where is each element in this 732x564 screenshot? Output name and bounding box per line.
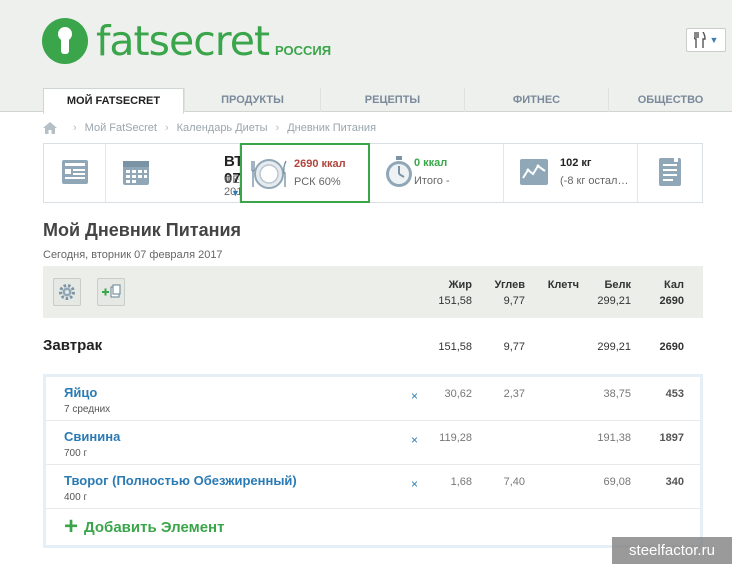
total-fat: 151,58: [438, 295, 472, 307]
item-cal: 340: [665, 476, 684, 488]
meal-carb: 9,77: [503, 341, 525, 353]
tab-products[interactable]: ПРОДУКТЫ: [184, 88, 320, 112]
chevron-down-icon: ▼: [709, 35, 719, 45]
summary-bar: ВТ 07 ФЕВ 2017 ▼ 2690 ккал РСК 60% 0 кка…: [43, 143, 703, 203]
item-cal: 453: [665, 388, 684, 400]
logo[interactable]: fatsecret РОССИЯ: [42, 18, 331, 64]
list-item: Свинина 700 г × 119,28 191,38 1897: [46, 421, 700, 465]
gear-icon: [59, 284, 75, 300]
watermark: steelfactor.ru: [612, 537, 732, 564]
diary-header-row: Жир Углев Клетч Белк Кал 151,58 9,77 299…: [43, 266, 703, 318]
logo-text: fatsecret: [96, 17, 270, 65]
breadcrumb-food-diary[interactable]: Дневник Питания: [287, 122, 376, 134]
col-cal: Кал: [664, 279, 684, 291]
keyhole-logo-icon: [42, 18, 88, 64]
fork-knife-icon: [693, 32, 706, 48]
journal-cell[interactable]: [638, 144, 702, 202]
home-icon[interactable]: [43, 122, 57, 134]
rsk-value: РСК 60%: [294, 176, 341, 188]
item-name-link[interactable]: Творог (Полностью Обезжиренный): [64, 473, 297, 488]
list-item: Творог (Полностью Обезжиренный) 400 г × …: [46, 465, 700, 509]
item-fat: 30,62: [444, 388, 472, 400]
remove-item-icon[interactable]: ×: [411, 433, 418, 447]
calories-cell[interactable]: 2690 ккал РСК 60%: [240, 143, 370, 203]
settings-button[interactable]: [53, 278, 81, 306]
total-carb: 9,77: [503, 295, 525, 307]
chevron-right-icon: ›: [164, 122, 169, 134]
item-fat: 1,68: [450, 476, 472, 488]
add-item-button[interactable]: + Добавить Элемент: [64, 513, 225, 540]
chevron-down-icon[interactable]: ▼: [231, 188, 240, 198]
item-cal: 1897: [659, 432, 684, 444]
meal-protein: 299,21: [597, 341, 631, 353]
weight-cell[interactable]: 102 кг (-8 кг остал…: [504, 144, 638, 202]
page-title: Мой Дневник Питания: [43, 220, 242, 240]
item-protein: 191,38: [597, 432, 631, 444]
weight-value: 102 кг: [560, 157, 592, 169]
remove-item-icon[interactable]: ×: [411, 477, 418, 491]
total-protein: 299,21: [597, 295, 631, 307]
news-icon: [62, 160, 88, 184]
breadcrumb-diet-calendar[interactable]: Календарь Диеты: [177, 122, 268, 134]
item-protein: 38,75: [603, 388, 631, 400]
site-header: fatsecret РОССИЯ ▼: [0, 0, 732, 88]
logo-region: РОССИЯ: [275, 43, 332, 58]
item-carb: 7,40: [503, 476, 525, 488]
meal-fat: 151,58: [438, 341, 472, 353]
item-name-link[interactable]: Яйцо: [64, 385, 97, 400]
item-protein: 69,08: [603, 476, 631, 488]
col-fat: Жир: [448, 279, 472, 291]
plus-icon: +: [64, 513, 79, 540]
chevron-right-icon: ›: [73, 122, 77, 134]
calories-value: 2690 ккал: [294, 158, 346, 170]
tab-recipes[interactable]: РЕЦЕПТЫ: [320, 88, 464, 112]
item-qty: 700 г: [64, 448, 88, 459]
tab-fitness[interactable]: ФИТНЕС: [464, 88, 608, 112]
date-cell[interactable]: ВТ 07 ФЕВ 2017 ▼: [106, 144, 248, 202]
meal-items: Яйцо 7 средних × 30,62 2,37 38,75 453 Св…: [43, 374, 703, 548]
list-item: Яйцо 7 средних × 30,62 2,37 38,75 453: [46, 377, 700, 421]
weight-chart-icon: [520, 159, 548, 185]
col-carb: Углев: [494, 279, 525, 291]
notebook-icon: [659, 158, 681, 186]
tab-community[interactable]: ОБЩЕСТВО: [608, 88, 732, 112]
tab-my-fatsecret[interactable]: МОЙ FATSECRET: [43, 88, 184, 114]
item-qty: 7 средних: [64, 404, 111, 415]
add-copy-icon: [102, 284, 121, 298]
meal-title: Завтрак: [43, 337, 103, 354]
chevron-right-icon: ›: [275, 122, 280, 134]
calendar-icon: [123, 161, 149, 185]
breadcrumb: › Мой FatSecret › Календарь Диеты › Днев…: [43, 122, 376, 134]
news-cell[interactable]: [44, 144, 106, 202]
item-qty: 400 г: [64, 492, 88, 503]
add-copy-button[interactable]: [97, 278, 125, 306]
breadcrumb-my-fatsecret[interactable]: Мой FatSecret: [85, 122, 157, 134]
remove-item-icon[interactable]: ×: [411, 389, 418, 403]
item-fat: 119,28: [439, 432, 472, 444]
exercise-total: Итого -: [414, 175, 450, 187]
weight-left: (-8 кг остал…: [560, 175, 629, 187]
total-cal: 2690: [659, 295, 684, 307]
plate-icon: [251, 159, 287, 189]
col-fiber: Клетч: [547, 279, 579, 291]
item-name-link[interactable]: Свинина: [64, 429, 120, 444]
main-nav: МОЙ FATSECRET ПРОДУКТЫ РЕЦЕПТЫ ФИТНЕС ОБ…: [0, 88, 732, 114]
stopwatch-icon: [386, 156, 412, 187]
item-carb: 2,37: [503, 388, 525, 400]
page-subtitle: Сегодня, вторник 07 февраля 2017: [43, 249, 223, 261]
add-item-label: Добавить Элемент: [84, 518, 225, 536]
meal-cal: 2690: [659, 341, 684, 353]
utensils-menu-button[interactable]: ▼: [686, 28, 726, 52]
col-protein: Белк: [604, 279, 631, 291]
exercise-cell[interactable]: 0 ккал Итого -: [370, 144, 504, 202]
exercise-value: 0 ккал: [414, 157, 448, 169]
